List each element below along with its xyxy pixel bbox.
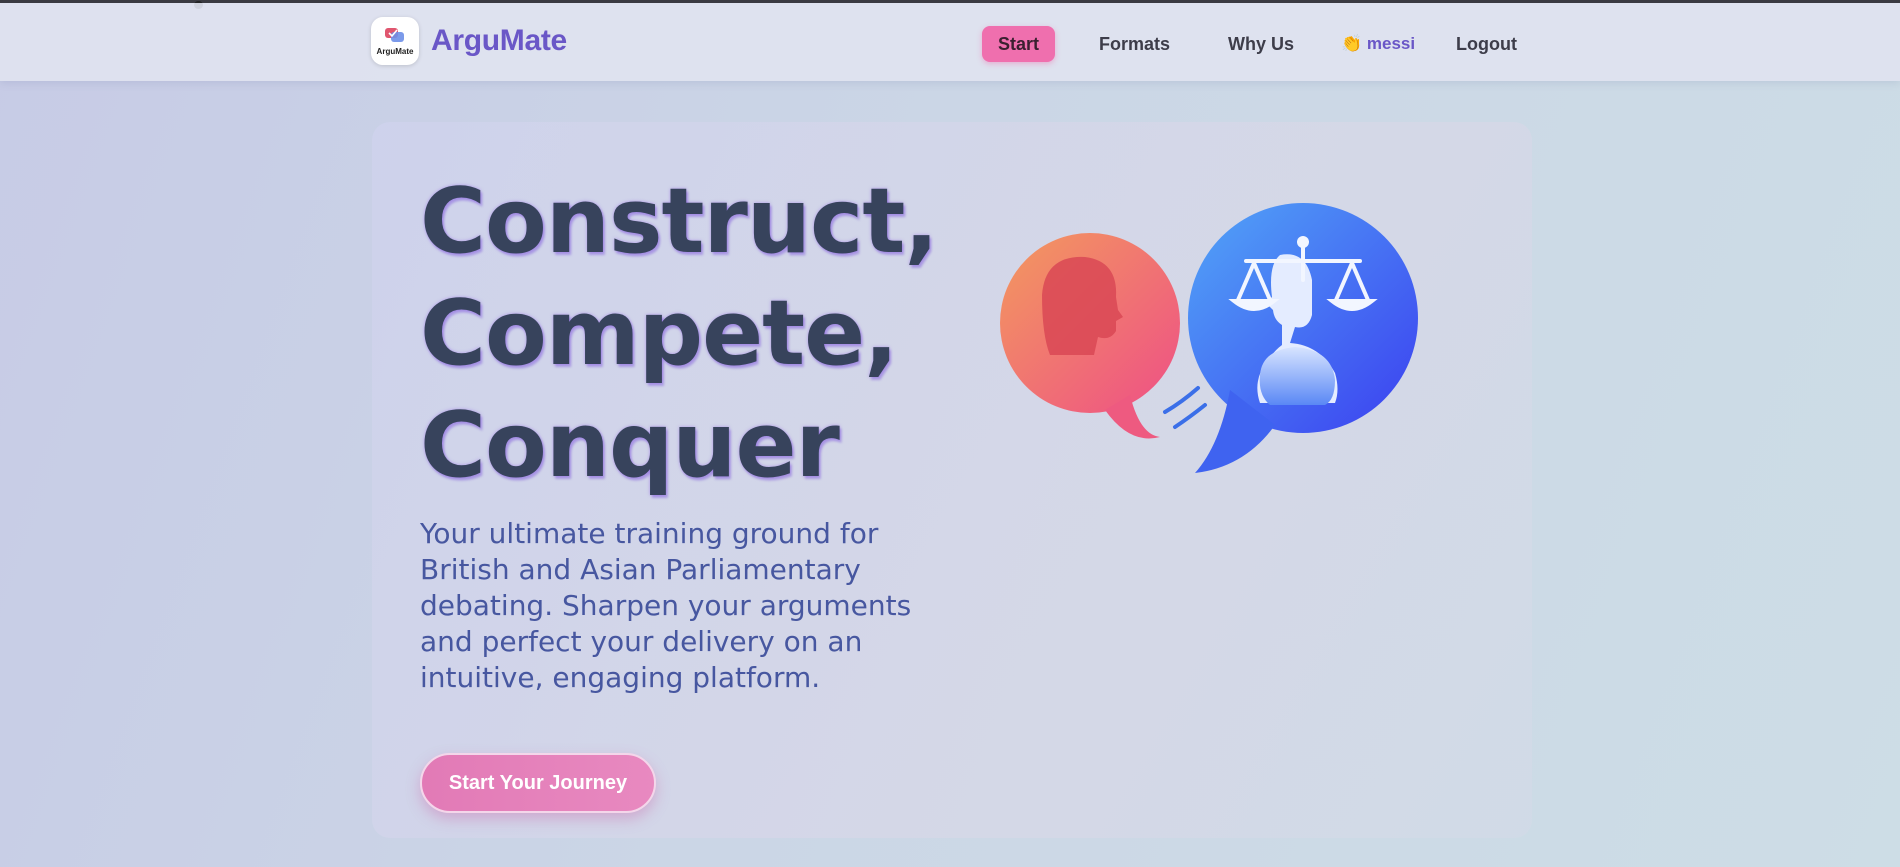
nav-logout-link[interactable]: Logout: [1440, 26, 1533, 62]
logo-bubbles-graphic: [385, 27, 404, 42]
nav-start-button[interactable]: Start: [982, 26, 1056, 62]
headline-line-1: Construct,: [420, 169, 939, 274]
brand[interactable]: ArguMate ArguMate: [371, 17, 567, 65]
headline-line-3: Conquer: [420, 393, 840, 498]
logo-text: ArguMate: [376, 46, 414, 56]
nav-formats-link[interactable]: Formats: [1083, 26, 1186, 62]
blue-speech-bubble: [1188, 203, 1418, 473]
nav-user-link[interactable]: 👏 messi: [1325, 26, 1431, 62]
headline-line-2: Compete,: [420, 281, 898, 386]
pink-speech-bubble: [1000, 233, 1180, 439]
debate-illustration-icon: [1000, 203, 1418, 473]
chat-bubbles-logo-icon: ArguMate: [371, 17, 419, 65]
start-your-journey-button[interactable]: Start Your Journey: [420, 753, 656, 813]
hero-subtitle: Your ultimate training ground for Britis…: [420, 517, 912, 694]
brand-name: ArguMate: [431, 24, 567, 57]
navbar: ArguMate ArguMate Start Formats Why Us 👏…: [0, 3, 1900, 81]
nav-why-us-link[interactable]: Why Us: [1212, 26, 1310, 62]
hero-headline: Construct, Compete, Conquer: [420, 166, 980, 502]
